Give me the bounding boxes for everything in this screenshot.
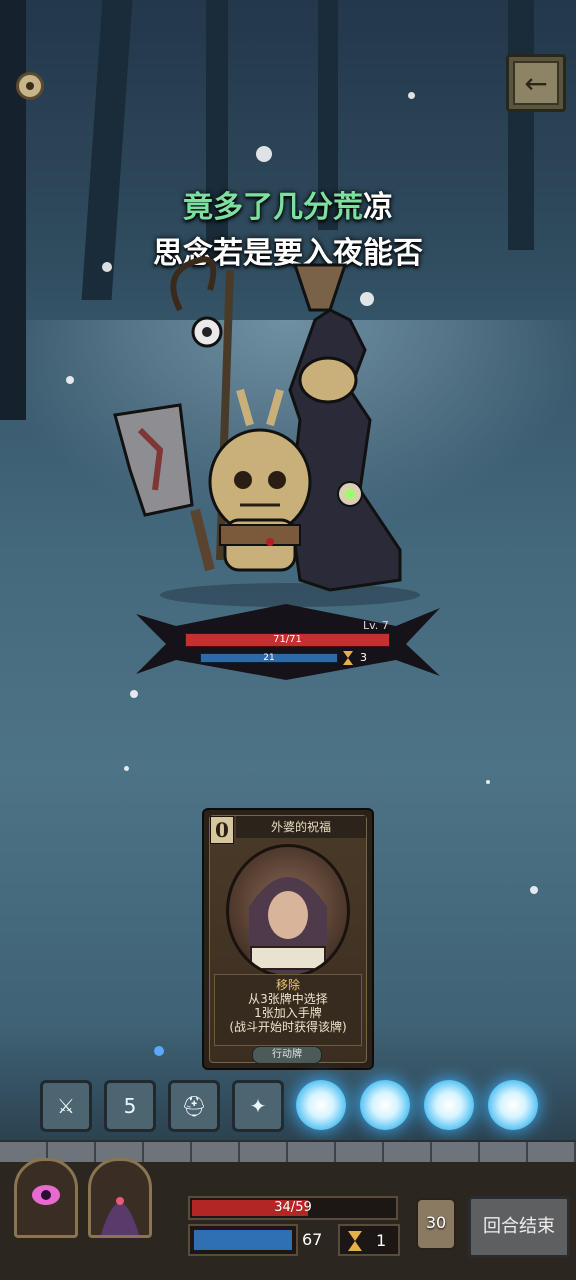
card-grandma-blessing[interactable]: 0 外婆的祝福 移除 从3张牌中选择 1张加入手牌 (战斗开始时获得该牌) 行动… — [202, 808, 374, 1070]
enemy-scarecrow-doll[interactable] — [100, 250, 460, 610]
enemy-shield-bar: 21 — [200, 653, 338, 663]
snowflake — [486, 780, 490, 784]
snowflake — [256, 146, 272, 162]
card-desc-line: (战斗开始时获得该牌) — [229, 1020, 347, 1034]
player-mana-fill — [194, 1230, 292, 1250]
player-action-count: 1 — [376, 1231, 387, 1250]
player-mana-bar — [188, 1224, 298, 1256]
grandma-portrait — [226, 844, 350, 978]
helmet-icon: ⛑ — [181, 1094, 207, 1118]
card-type: 行动牌 — [252, 1046, 322, 1064]
hourglass-icon — [343, 651, 353, 665]
snowflake — [408, 92, 415, 99]
card-cost: 0 — [210, 816, 234, 844]
player-actions: 1 — [338, 1224, 400, 1256]
card-description: 移除 从3张牌中选择 1张加入手牌 (战斗开始时获得该牌) — [214, 974, 362, 1046]
player-mana-value: 67 — [302, 1230, 323, 1249]
lightning-five-icon: 5 — [123, 1094, 137, 1118]
pink-eye-portrait[interactable] — [14, 1158, 78, 1238]
energy-orb — [424, 1080, 474, 1130]
enemy-hp-bar: 71/71 — [185, 633, 390, 647]
snowflake — [154, 1046, 164, 1056]
card-name: 外婆的祝福 — [236, 816, 366, 838]
back-button[interactable]: ← — [506, 54, 566, 112]
energy-orb — [296, 1080, 346, 1130]
back-arrow-icon: ← — [513, 61, 559, 105]
crossed-swords-icon: ⚔ — [57, 1094, 75, 1118]
card-keyword: 移除 — [275, 978, 300, 992]
player-hp-bar: 34/59 — [188, 1196, 398, 1220]
skill-slot-crossed-swords[interactable]: ⚔ — [40, 1080, 92, 1132]
enemy-level: Lv. 7 — [363, 619, 389, 632]
energy-orb — [488, 1080, 538, 1130]
lyric-rest: 凉 — [363, 190, 393, 225]
enemy-action-count: 3 — [360, 651, 367, 664]
stone-wall — [0, 1140, 576, 1164]
settings-gear-icon[interactable] — [16, 72, 44, 100]
dark-creature-portrait[interactable] — [88, 1158, 152, 1238]
hourglass-icon — [348, 1231, 362, 1251]
lyric-highlighted: 竟多了几分荒 — [183, 190, 363, 225]
snowflake — [66, 376, 74, 384]
snowflake — [130, 690, 138, 698]
card-desc-line: 从3张牌中选择 — [248, 992, 328, 1006]
lyric-line-1: 竟多了几分荒凉 — [0, 182, 576, 226]
end-turn-button[interactable]: 回合结束 — [468, 1196, 570, 1258]
skill-slot-bird[interactable]: ✦ — [232, 1080, 284, 1132]
player-hp-text: 34/59 — [274, 1200, 312, 1215]
snowflake — [530, 886, 538, 894]
deck-pile[interactable]: 30 — [416, 1198, 464, 1258]
bird-icon: ✦ — [249, 1094, 267, 1118]
card-desc-line: 1张加入手牌 — [254, 1006, 322, 1020]
skill-slot-lightning[interactable]: 5 — [104, 1080, 156, 1132]
energy-orb — [360, 1080, 410, 1130]
skill-slot-helmet[interactable]: ⛑ — [168, 1080, 220, 1132]
snowflake — [124, 766, 129, 771]
